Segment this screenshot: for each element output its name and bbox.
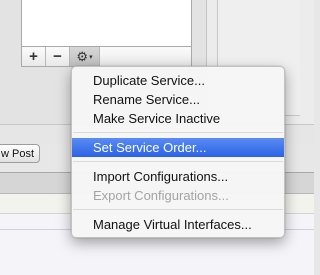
menu-item-import-configurations[interactable]: Import Configurations...	[72, 167, 284, 186]
remove-service-button[interactable]: −	[46, 47, 70, 66]
menu-item-export-configurations: Export Configurations...	[93, 188, 229, 203]
add-service-button[interactable]: +	[22, 47, 46, 66]
menu-item-make-service-inactive[interactable]: Make Service Inactive	[72, 109, 284, 128]
service-action-button[interactable]: ⚙ ▾	[70, 47, 100, 66]
chevron-down-icon: ▾	[89, 53, 93, 61]
menu-item-set-service-order[interactable]: Set Service Order...	[72, 138, 284, 157]
service-list[interactable]	[21, 0, 192, 46]
service-action-menu: Duplicate Service... Rename Service... Mak…	[71, 66, 285, 238]
menu-separator	[73, 209, 283, 210]
post-button[interactable]: w Post	[0, 144, 40, 163]
menu-item-duplicate-service[interactable]: Duplicate Service...	[72, 71, 284, 90]
menu-item-manage-virtual-interfaces[interactable]: Manage Virtual Interfaces...	[72, 215, 284, 234]
menu-separator	[73, 132, 283, 133]
menu-item-rename-service[interactable]: Rename Service...	[72, 90, 284, 109]
service-list-toolbar: + − ⚙ ▾	[21, 46, 192, 67]
menu-separator	[73, 161, 283, 162]
gear-icon: ⚙	[76, 48, 89, 64]
